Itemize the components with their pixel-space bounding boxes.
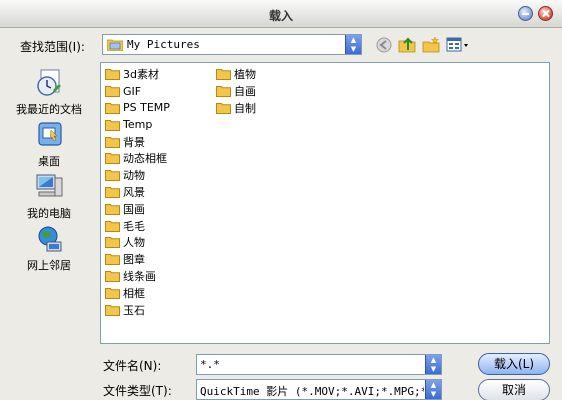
folder-name: Temp xyxy=(123,118,153,132)
lookin-dropdown[interactable]: My Pictures ▲ ▼ xyxy=(102,34,362,55)
folder-item[interactable]: 人物 xyxy=(105,234,170,251)
open-button[interactable]: 载入(L) xyxy=(478,353,550,375)
file-list-column-2: 植物 自画 自制 xyxy=(216,66,256,116)
filetype-label: 文件类型(T): xyxy=(103,384,172,398)
folder-item[interactable]: 动态相框 xyxy=(105,150,170,167)
folder-item[interactable]: 动物 xyxy=(105,167,170,184)
place-recent-documents[interactable]: 我最近的文档 xyxy=(8,68,90,117)
folder-name: 风景 xyxy=(123,185,145,199)
folder-icon xyxy=(105,102,120,114)
filename-input[interactable] xyxy=(197,355,421,374)
folder-icon xyxy=(105,170,120,182)
folder-name: 图章 xyxy=(123,253,145,267)
folder-item[interactable]: 自制 xyxy=(216,100,256,117)
window-title: 载入 xyxy=(268,9,293,23)
folder-icon xyxy=(105,220,120,232)
folder-icon xyxy=(105,69,120,81)
folder-item[interactable]: 自画 xyxy=(216,83,256,100)
folder-item[interactable]: 植物 xyxy=(216,66,256,83)
lookin-label: 查找范围(I): xyxy=(20,40,85,54)
folder-item[interactable]: 背景 xyxy=(105,133,170,150)
folder-name: 3d素材 xyxy=(123,68,159,82)
place-network-places[interactable]: 网上邻居 xyxy=(8,224,90,273)
folder-item[interactable]: 图章 xyxy=(105,251,170,268)
filetype-dropdown-arrow[interactable]: ▲ ▼ xyxy=(425,380,441,399)
folder-icon xyxy=(105,153,120,165)
folder-item[interactable]: 线条画 xyxy=(105,268,170,285)
filename-label: 文件名(N): xyxy=(103,359,162,373)
new-folder-icon[interactable] xyxy=(422,36,440,54)
folder-name: 自制 xyxy=(234,101,256,115)
filetype-dropdown[interactable]: QuickTime 影片 (*.MOV;*.AVI;*.MPG;*.M ▲ ▼ xyxy=(196,379,442,400)
folder-item[interactable]: Temp xyxy=(105,116,170,133)
folder-icon xyxy=(105,136,120,148)
minimize-button[interactable] xyxy=(518,6,533,21)
lookin-dropdown-arrow[interactable]: ▲ ▼ xyxy=(345,35,361,54)
folder-icon xyxy=(105,237,120,249)
folder-icon xyxy=(105,304,120,316)
folder-icon xyxy=(216,86,231,98)
folder-icon xyxy=(105,254,120,266)
places-bar: 我最近的文档 桌面 我的电脑 网上邻居 xyxy=(8,62,90,344)
view-menu-icon[interactable] xyxy=(446,36,470,54)
folder-name: 植物 xyxy=(234,68,256,82)
file-list[interactable]: 3d素材 GIF PS TEMP Temp 背景 动态相框 动物 风景 国画 毛… xyxy=(100,62,550,344)
folder-name: 背景 xyxy=(123,135,145,149)
folder-name: 动态相框 xyxy=(123,152,167,166)
filename-combo[interactable]: ▲▼ xyxy=(196,354,442,375)
place-network-places-label: 网上邻居 xyxy=(27,259,71,272)
place-desktop[interactable]: 桌面 xyxy=(8,120,90,169)
folder-item[interactable]: 国画 xyxy=(105,200,170,217)
place-my-computer-label: 我的电脑 xyxy=(27,207,71,220)
place-my-computer[interactable]: 我的电脑 xyxy=(8,172,90,221)
folder-item[interactable]: 3d素材 xyxy=(105,66,170,83)
folder-icon xyxy=(105,270,120,282)
up-folder-icon[interactable] xyxy=(398,36,416,54)
back-icon[interactable] xyxy=(375,36,393,54)
place-recent-documents-label: 我最近的文档 xyxy=(16,103,82,116)
folder-name: 动物 xyxy=(123,169,145,183)
lookin-value: My Pictures xyxy=(127,38,200,51)
folder-icon xyxy=(216,102,231,114)
folder-name: GIF xyxy=(123,84,142,98)
folder-item[interactable]: 相框 xyxy=(105,284,170,301)
folder-name: 相框 xyxy=(123,286,145,300)
folder-item[interactable]: GIF xyxy=(105,83,170,100)
my-pictures-folder-icon xyxy=(107,39,123,51)
folder-icon xyxy=(216,69,231,81)
place-desktop-label: 桌面 xyxy=(38,155,60,168)
network-places-icon xyxy=(38,226,62,252)
cancel-button[interactable]: 取消 xyxy=(478,379,550,400)
folder-icon xyxy=(105,203,120,215)
folder-name: PS TEMP xyxy=(123,101,170,115)
filename-dropdown-arrow[interactable]: ▲ ▼ xyxy=(425,355,441,374)
close-button[interactable] xyxy=(538,6,553,21)
folder-item[interactable]: 毛毛 xyxy=(105,217,170,234)
desktop-icon xyxy=(38,122,62,146)
folder-icon xyxy=(105,119,120,131)
folder-icon xyxy=(105,287,120,299)
folder-name: 自画 xyxy=(234,85,256,99)
folder-item[interactable]: 风景 xyxy=(105,184,170,201)
recent-documents-icon xyxy=(37,69,61,96)
load-dialog: 载入 查找范围(I): My Pictures ▲ ▼ 我最近的文档 桌面 我的… xyxy=(0,0,562,400)
title-bar[interactable]: 载入 xyxy=(0,0,562,28)
folder-item[interactable]: 玉石 xyxy=(105,301,170,318)
folder-name: 人物 xyxy=(123,236,145,250)
folder-name: 线条画 xyxy=(123,269,156,283)
folder-name: 毛毛 xyxy=(123,219,145,233)
folder-icon xyxy=(105,86,120,98)
folder-name: 国画 xyxy=(123,202,145,216)
my-computer-icon xyxy=(36,174,63,197)
file-list-column-1: 3d素材 GIF PS TEMP Temp 背景 动态相框 动物 风景 国画 毛… xyxy=(105,66,170,318)
filetype-value: QuickTime 影片 (*.MOV;*.AVI;*.MPG;*.M xyxy=(200,385,424,398)
folder-name: 玉石 xyxy=(123,303,145,317)
folder-item[interactable]: PS TEMP xyxy=(105,100,170,117)
folder-icon xyxy=(105,186,120,198)
